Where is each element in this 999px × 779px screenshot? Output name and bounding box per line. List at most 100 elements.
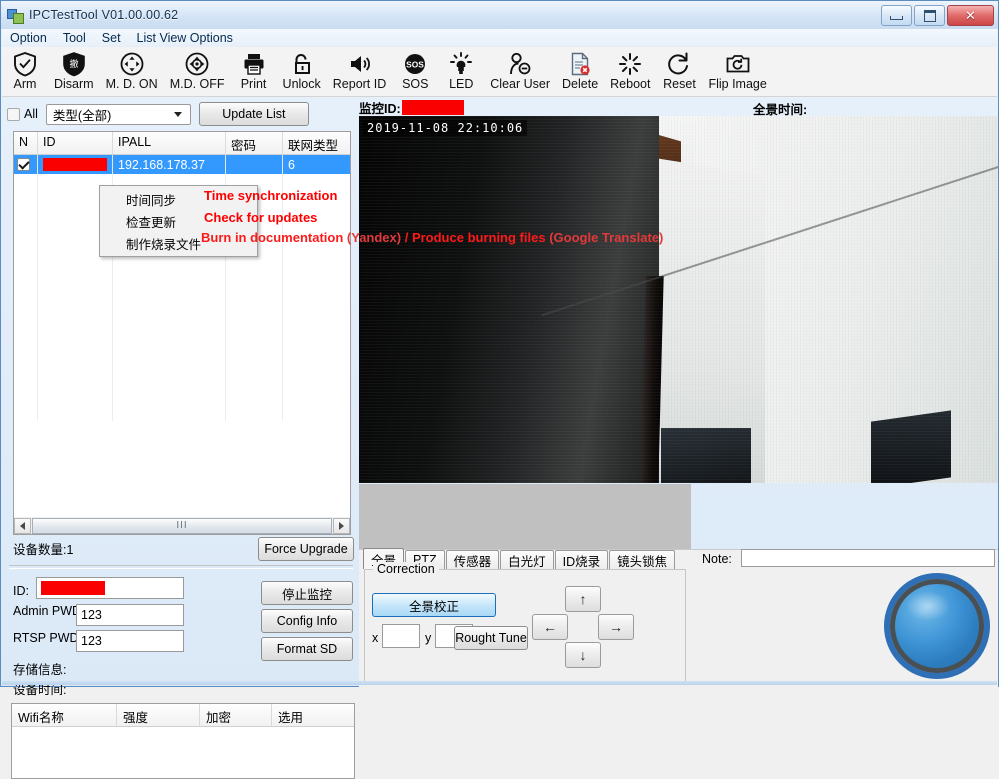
- tab-sensor[interactable]: 传感器: [445, 550, 500, 569]
- force-upgrade-button[interactable]: Force Upgrade: [258, 537, 354, 561]
- row-checkbox[interactable]: [17, 158, 30, 171]
- unlock-icon: [289, 50, 315, 77]
- cell-empty: [14, 383, 38, 402]
- cell-empty: [226, 326, 283, 345]
- rtsp-pwd-field[interactable]: 123: [76, 630, 184, 652]
- minimize-button[interactable]: [881, 5, 912, 26]
- scroll-left-arrow-icon[interactable]: [14, 517, 31, 534]
- toolbar-button-print[interactable]: Print: [231, 49, 277, 91]
- dpad-left-button[interactable]: ←: [532, 614, 568, 640]
- toolbar-label-disarm: Disarm: [54, 77, 94, 91]
- toolbar-button-clear-user[interactable]: Clear User: [484, 49, 556, 91]
- panorama-calibrate-button[interactable]: 全景校正: [372, 593, 496, 617]
- menu-item-option[interactable]: Option: [2, 30, 55, 46]
- correction-groupbox-title: Correction: [373, 562, 439, 576]
- update-list-button[interactable]: Update List: [198, 102, 309, 126]
- select-all-checkbox[interactable]: [7, 107, 20, 121]
- cell-empty: [14, 212, 38, 231]
- video-preview[interactable]: 2019-11-08 22:10:06: [359, 116, 998, 483]
- wifi-column-select[interactable]: 选用: [272, 704, 354, 726]
- wifi-column-encryption[interactable]: 加密: [200, 704, 272, 726]
- toolbar-label-md-on: M. D. ON: [105, 77, 158, 91]
- format-sd-button[interactable]: Format SD: [261, 637, 353, 661]
- type-select[interactable]: 类型(全部): [45, 103, 191, 125]
- tab-lens-focus[interactable]: 镜头锁焦: [609, 550, 676, 569]
- dpad-down-button[interactable]: ↓: [565, 642, 601, 668]
- maximize-button[interactable]: [914, 5, 945, 26]
- toolbar-button-sos[interactable]: SOS SOS: [392, 49, 438, 91]
- column-header-ipall[interactable]: IPALL: [113, 132, 226, 154]
- wifi-column-name[interactable]: Wifi名称: [12, 704, 117, 726]
- column-header-id[interactable]: ID: [38, 132, 113, 154]
- cell-empty: [113, 307, 226, 326]
- cell-empty: [14, 307, 38, 326]
- toolbar-button-reboot[interactable]: Reboot: [604, 49, 656, 91]
- cell-empty: [226, 288, 283, 307]
- joystick-indicator[interactable]: [890, 579, 984, 673]
- rtsp-pwd-label: RTSP PWD: [13, 631, 79, 645]
- cell-empty: [14, 174, 38, 193]
- cell-empty: [283, 288, 350, 307]
- toolbar-button-delete[interactable]: Delete: [556, 49, 604, 91]
- cell-empty: [283, 345, 350, 364]
- redaction-bar: [401, 100, 464, 115]
- table-row-empty[interactable]: [14, 345, 350, 364]
- toolbar-label-print: Print: [240, 77, 267, 91]
- table-row-empty[interactable]: [14, 288, 350, 307]
- cell-empty: [113, 326, 226, 345]
- device-list-hscrollbar[interactable]: III: [13, 517, 351, 535]
- motion-detect-on-icon: [119, 50, 145, 77]
- admin-pwd-field[interactable]: 123: [76, 604, 184, 626]
- maximize-icon: [923, 9, 936, 22]
- toolbar-button-md-on[interactable]: M. D. ON: [100, 49, 164, 91]
- column-header-n[interactable]: N: [14, 132, 38, 154]
- id-field[interactable]: [36, 577, 184, 599]
- column-header-password[interactable]: 密码: [226, 132, 283, 154]
- annotation-burn-file: Burn in documentation (Yandex) / Produce…: [201, 230, 663, 246]
- table-row-empty[interactable]: [14, 364, 350, 383]
- title-bar: IPCTestTool V01.00.00.62 ✕: [1, 1, 998, 29]
- close-button[interactable]: ✕: [947, 5, 994, 26]
- table-row-empty[interactable]: [14, 307, 350, 326]
- menu-item-tool[interactable]: Tool: [55, 30, 94, 46]
- toolbar-button-disarm[interactable]: 撤 Disarm: [48, 49, 100, 91]
- config-info-button[interactable]: Config Info: [261, 609, 353, 633]
- scroll-right-arrow-icon[interactable]: [333, 517, 350, 534]
- rough-tune-button[interactable]: Rought Tune: [454, 626, 528, 650]
- wifi-table-header: Wifi名称 强度 加密 选用: [12, 704, 354, 727]
- cell-password: [226, 155, 283, 174]
- table-row-empty[interactable]: [14, 269, 350, 288]
- cell-empty: [226, 364, 283, 383]
- note-input[interactable]: [741, 549, 995, 567]
- column-header-nettype[interactable]: 联网类型: [283, 132, 350, 154]
- toolbar-label-flip-image: Flip Image: [708, 77, 767, 91]
- toolbar-button-unlock[interactable]: Unlock: [277, 49, 327, 91]
- table-row[interactable]: 192.168.178.37 6: [14, 155, 350, 174]
- note-label: Note:: [702, 552, 732, 566]
- toolbar-button-led[interactable]: LED: [438, 49, 484, 91]
- toolbar-button-flip-image[interactable]: Flip Image: [702, 49, 772, 91]
- toolbar-button-report-id[interactable]: Report ID: [327, 49, 393, 91]
- table-row-empty[interactable]: [14, 326, 350, 345]
- cell-empty: [38, 288, 113, 307]
- cell-empty: [113, 288, 226, 307]
- toolbar-button-reset[interactable]: Reset: [656, 49, 702, 91]
- stop-monitor-button[interactable]: 停止监控: [261, 581, 353, 605]
- menu-item-set[interactable]: Set: [94, 30, 129, 46]
- device-list-header: N ID IPALL 密码 联网类型: [14, 132, 350, 155]
- tab-id-burn[interactable]: ID烧录: [554, 550, 609, 569]
- tab-white-light[interactable]: 白光灯: [500, 550, 554, 569]
- table-row-empty[interactable]: [14, 402, 350, 421]
- monitor-id-label: 监控ID:: [359, 102, 401, 116]
- reset-icon: [666, 50, 692, 77]
- x-input[interactable]: [382, 624, 420, 648]
- dpad-up-button[interactable]: ↑: [565, 586, 601, 612]
- scrollbar-thumb[interactable]: III: [32, 517, 332, 534]
- table-row-empty[interactable]: [14, 383, 350, 402]
- dpad-right-button[interactable]: →: [598, 614, 634, 640]
- wifi-column-strength[interactable]: 强度: [117, 704, 200, 726]
- toolbar-button-arm[interactable]: Arm: [2, 49, 48, 91]
- toolbar-button-md-off[interactable]: M.D. OFF: [164, 49, 231, 91]
- cell-empty: [283, 269, 350, 288]
- menu-item-list-view-options[interactable]: List View Options: [129, 30, 241, 46]
